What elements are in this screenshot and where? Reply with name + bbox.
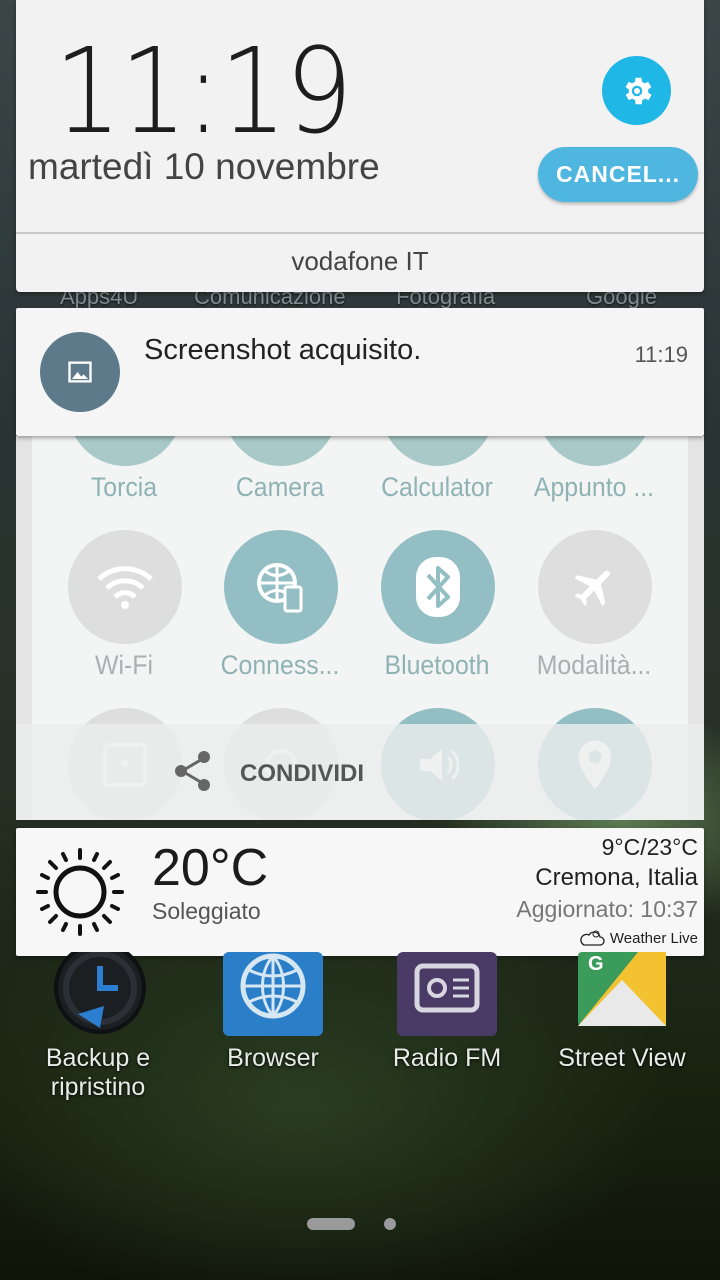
- cancel-button[interactable]: CANCEL...: [538, 147, 698, 202]
- tile-airplane: [538, 530, 652, 644]
- notification-header: 11:19 martedì 10 novembre CANCEL... voda…: [16, 0, 704, 292]
- weather-brand-label: Weather Live: [609, 929, 698, 947]
- clock: 11:19: [54, 22, 353, 160]
- image-icon: [68, 361, 92, 383]
- tile-label: Torcia: [90, 472, 158, 502]
- weather-brand: Weather Live: [578, 928, 698, 948]
- tile-wifi: [68, 530, 182, 644]
- carrier-label: vodafone IT: [291, 246, 429, 276]
- tile-notes: [538, 436, 652, 466]
- tile-calculator: [381, 436, 495, 466]
- share-icon: [175, 751, 210, 791]
- share-bar[interactable]: CONDIVIDI: [16, 724, 704, 820]
- app-label: Browser: [227, 1044, 319, 1072]
- divider: [16, 232, 704, 234]
- tile-torch: [68, 436, 182, 466]
- screenshot-preview[interactable]: Torcia Camera Calculator Appunto ... Wi-…: [16, 436, 704, 820]
- date-label: martedì 10 novembre: [28, 146, 380, 187]
- data-connection-icon: [257, 563, 303, 613]
- temperature-range: 9°C/23°C: [601, 834, 698, 860]
- sun-icon: [36, 848, 124, 936]
- tile-label: Camera: [235, 472, 325, 502]
- tile-label: Conness...: [220, 650, 340, 680]
- notification-title: Screenshot acquisito.: [144, 334, 422, 366]
- tile-bluetooth: [381, 530, 495, 644]
- updated-label: Aggiornato: 10:37: [516, 896, 698, 922]
- cloud-sun-icon: [580, 930, 605, 946]
- tile-label: Bluetooth: [384, 650, 490, 680]
- weather-widget[interactable]: 20°C Soleggiato 9°C/23°C Cremona, Italia…: [16, 828, 704, 956]
- bluetooth-icon: [416, 557, 460, 617]
- airplane-icon: [574, 570, 610, 607]
- tile-label: Calculator: [381, 472, 493, 502]
- settings-button[interactable]: [602, 56, 671, 125]
- app-label: Backup e ripristino: [45, 1044, 151, 1101]
- page-indicator-active: [307, 1218, 355, 1230]
- weather-condition: Soleggiato: [152, 898, 261, 924]
- tile-label: Modalità...: [536, 650, 652, 680]
- svg-text:G: G: [588, 953, 604, 975]
- street-view-icon: G: [578, 952, 666, 1026]
- tile-data-connection: [224, 530, 338, 644]
- tile-camera: [224, 436, 338, 466]
- notification-icon-circle: [40, 332, 120, 412]
- share-button-label[interactable]: CONDIVIDI: [240, 760, 364, 788]
- screenshot-notification[interactable]: Screenshot acquisito. 11:19: [16, 308, 704, 436]
- gear-icon: [625, 77, 652, 104]
- tile-label: Wi-Fi: [95, 650, 153, 680]
- wifi-icon: [97, 566, 153, 609]
- page-indicator[interactable]: [384, 1218, 396, 1230]
- radio-icon: [397, 952, 497, 1036]
- city-label: Cremona, Italia: [535, 864, 698, 891]
- tile-label: Appunto ...: [533, 472, 655, 502]
- globe-icon: [223, 952, 323, 1036]
- app-label: Street View: [558, 1044, 686, 1072]
- app-label: Radio FM: [392, 1044, 502, 1072]
- temperature: 20°C: [152, 839, 269, 897]
- notification-time: 11:19: [634, 342, 688, 367]
- backup-icon: [54, 952, 146, 1034]
